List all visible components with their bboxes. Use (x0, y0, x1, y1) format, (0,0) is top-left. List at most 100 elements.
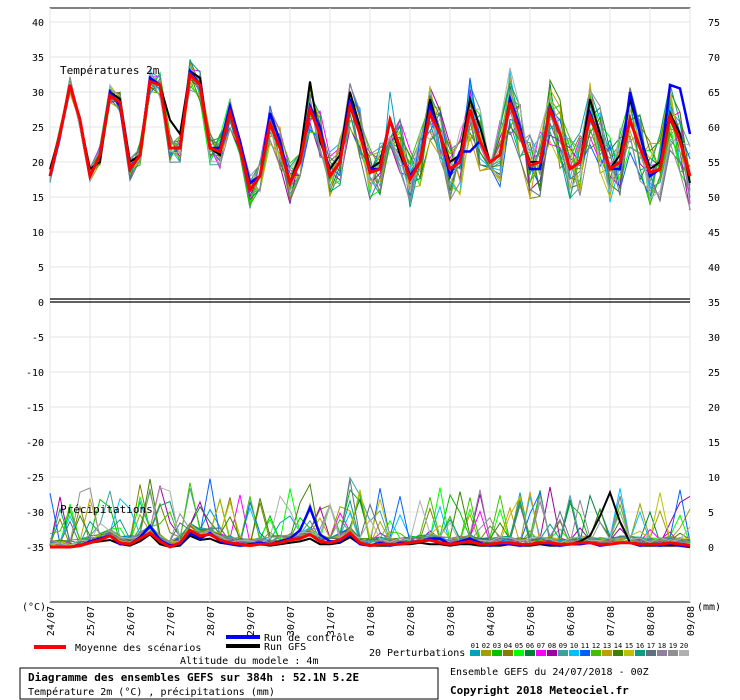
footer-title: Diagramme des ensembles GEFS sur 384h : … (28, 671, 359, 684)
x-tick-label: 25/07 (86, 606, 97, 636)
perturbation-number: 04 (504, 642, 512, 650)
perturbation-swatch (569, 650, 579, 656)
left-tick-label: 5 (38, 263, 44, 274)
perturbation-swatch (580, 650, 590, 656)
x-tick-label: 08/08 (646, 606, 657, 636)
perturbation-number: 07 (537, 642, 545, 650)
x-tick-label: 06/08 (566, 606, 577, 636)
perturbation-swatch (503, 650, 513, 656)
footer-subtitle: Température 2m (°C) , précipitations (mm… (28, 686, 275, 698)
x-tick-label: 28/07 (206, 606, 217, 636)
right-tick-label: 70 (708, 53, 720, 64)
legend-gfs-label: Run GFS (264, 642, 306, 653)
x-tick-label: 05/08 (526, 606, 537, 636)
perturbation-swatch (536, 650, 546, 656)
perturbation-swatch (679, 650, 689, 656)
left-unit-label: (°C) (22, 602, 46, 613)
right-unit-label: (mm) (697, 602, 721, 613)
perturbation-number: 05 (515, 642, 523, 650)
perturbation-swatch (646, 650, 656, 656)
perturbation-number: 09 (559, 642, 567, 650)
perturbation-number: 18 (658, 642, 666, 650)
perturbation-number: 03 (493, 642, 501, 650)
x-tick-label: 04/08 (486, 606, 497, 636)
right-tick-label: 50 (708, 193, 720, 204)
x-tick-label: 31/07 (326, 606, 337, 636)
right-tick-label: 15 (708, 438, 720, 449)
left-tick-label: 10 (32, 228, 44, 239)
left-tick-label: -15 (26, 403, 44, 414)
left-tick-label: -30 (26, 508, 44, 519)
x-tick-label: 09/08 (686, 606, 697, 636)
x-tick-label: 29/07 (246, 606, 257, 636)
right-tick-label: 75 (708, 18, 720, 29)
left-tick-label: 25 (32, 123, 44, 134)
x-tick-label: 24/07 (46, 606, 57, 636)
perturbation-swatch (470, 650, 480, 656)
right-tick-label: 30 (708, 333, 720, 344)
perturbation-number: 08 (548, 642, 556, 650)
perturbation-legend: 01 02 03 04 05 06 07 08 09 10 11 12 13 14 15 16 17 18 19 20 (470, 642, 689, 656)
right-tick-label: 35 (708, 298, 720, 309)
left-tick-label: -20 (26, 438, 44, 449)
perturbation-swatch (481, 650, 491, 656)
perturbation-swatch (591, 650, 601, 656)
copyright-label: Copyright 2018 Meteociel.fr (450, 684, 629, 697)
x-tick-label: 30/07 (286, 606, 297, 636)
perturbation-number: 12 (592, 642, 600, 650)
ensemble-run-label: Ensemble GEFS du 24/07/2018 - 00Z (450, 667, 649, 678)
legend-mean-label: Moyenne des scénarios (75, 642, 201, 654)
left-tick-label: 20 (32, 158, 44, 169)
right-tick-label: 45 (708, 228, 720, 239)
perturbation-number: 06 (526, 642, 534, 650)
left-tick-label: 0 (38, 298, 44, 309)
perturbation-number: 20 (680, 642, 688, 650)
x-tick-label: 26/07 (126, 606, 137, 636)
perturbation-swatch (547, 650, 557, 656)
right-tick-label: 5 (708, 508, 714, 519)
left-tick-label: -35 (26, 543, 44, 554)
perturbation-number: 02 (482, 642, 490, 650)
perturbation-swatch (525, 650, 535, 656)
right-tick-label: 20 (708, 403, 720, 414)
right-tick-label: 65 (708, 88, 720, 99)
gefs-ensemble-chart: 4035302520151050-5-10-15-20-25-30-357570… (19, 7, 721, 700)
left-tick-label: -25 (26, 473, 44, 484)
perturbation-number: 17 (647, 642, 655, 650)
perturbation-swatch (514, 650, 524, 656)
perturbation-swatch (602, 650, 612, 656)
perturbation-swatch (624, 650, 634, 656)
perturbation-number: 14 (614, 642, 622, 650)
perturbation-number: 11 (581, 642, 589, 650)
perturbation-swatch (492, 650, 502, 656)
perturbation-number: 10 (570, 642, 578, 650)
right-tick-label: 40 (708, 263, 720, 274)
x-tick-label: 27/07 (166, 606, 177, 636)
perturbation-swatch (558, 650, 568, 656)
x-tick-label: 07/08 (606, 606, 617, 636)
right-tick-label: 55 (708, 158, 720, 169)
left-tick-label: 15 (32, 193, 44, 204)
left-tick-label: -5 (32, 333, 44, 344)
x-tick-label: 03/08 (446, 606, 457, 636)
temperature-panel-label: Températures 2m (60, 64, 160, 77)
left-tick-label: 35 (32, 53, 44, 64)
right-tick-label: 25 (708, 368, 720, 379)
legend-perturbations-label: 20 Perturbations (369, 648, 465, 659)
perturbation-number: 19 (669, 642, 677, 650)
left-tick-label: -10 (26, 368, 44, 379)
perturbation-number: 16 (636, 642, 644, 650)
right-tick-label: 0 (708, 543, 714, 554)
perturbation-number: 15 (625, 642, 633, 650)
right-tick-label: 10 (708, 473, 720, 484)
perturbation-number: 13 (603, 642, 611, 650)
precipitation-panel-label: Précipitations (60, 503, 153, 516)
perturbation-swatch (668, 650, 678, 656)
right-tick-label: 60 (708, 123, 720, 134)
perturbation-number: 01 (471, 642, 479, 650)
perturbation-swatch (613, 650, 623, 656)
x-tick-label: 02/08 (406, 606, 417, 636)
left-tick-label: 40 (32, 18, 44, 29)
perturbation-swatch (657, 650, 667, 656)
altitude-label: Altitude du modele : 4m (180, 656, 318, 667)
